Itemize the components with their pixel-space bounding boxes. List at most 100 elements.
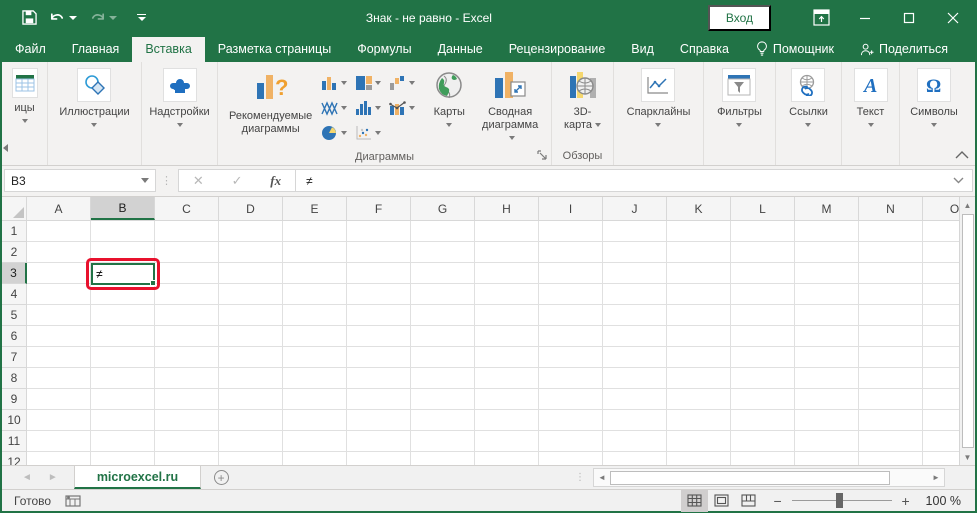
cell-A6[interactable]: [27, 326, 91, 347]
cell-C8[interactable]: [155, 368, 219, 389]
cell-I6[interactable]: [539, 326, 603, 347]
confirm-entry-icon[interactable]: ✓: [228, 173, 247, 189]
cell-E3[interactable]: [283, 263, 347, 284]
sparklines-button[interactable]: Спарклайны: [620, 64, 698, 131]
cell-A8[interactable]: [27, 368, 91, 389]
cell-N8[interactable]: [859, 368, 923, 389]
minimize-button[interactable]: [843, 0, 887, 35]
row-header-8[interactable]: 8: [2, 368, 27, 389]
cell-J8[interactable]: [603, 368, 667, 389]
cell-C2[interactable]: [155, 242, 219, 263]
cell-N9[interactable]: [859, 389, 923, 410]
cell-B12[interactable]: [91, 452, 155, 465]
cell-M7[interactable]: [795, 347, 859, 368]
insert-column-chart-button[interactable]: [321, 70, 355, 95]
cell-G5[interactable]: [411, 305, 475, 326]
cell-H6[interactable]: [475, 326, 539, 347]
row-header-2[interactable]: 2: [2, 242, 27, 263]
save-icon[interactable]: [18, 7, 41, 28]
cell-I4[interactable]: [539, 284, 603, 305]
cell-K10[interactable]: [667, 410, 731, 431]
map3d-button[interactable]: 3D- карта: [562, 64, 603, 136]
zoom-slider-thumb[interactable]: [836, 493, 843, 508]
cell-D1[interactable]: [219, 221, 283, 242]
cell-K2[interactable]: [667, 242, 731, 263]
cell-H1[interactable]: [475, 221, 539, 242]
cell-D12[interactable]: [219, 452, 283, 465]
cell-A1[interactable]: [27, 221, 91, 242]
next-sheet-icon[interactable]: ►: [48, 472, 58, 483]
cell-N12[interactable]: [859, 452, 923, 465]
cell-M3[interactable]: [795, 263, 859, 284]
cell-K7[interactable]: [667, 347, 731, 368]
tab-home[interactable]: Главная: [59, 37, 133, 62]
row-header-9[interactable]: 9: [2, 389, 27, 410]
cell-F10[interactable]: [347, 410, 411, 431]
cell-I5[interactable]: [539, 305, 603, 326]
cell-O10[interactable]: [923, 410, 959, 431]
insert-scatter-chart-button[interactable]: [355, 120, 389, 145]
row-header-3[interactable]: 3: [2, 263, 27, 284]
cell-N5[interactable]: [859, 305, 923, 326]
scroll-down-icon[interactable]: ▼: [960, 449, 975, 465]
cell-E10[interactable]: [283, 410, 347, 431]
cell-I3[interactable]: [539, 263, 603, 284]
cell-C10[interactable]: [155, 410, 219, 431]
column-header-E[interactable]: E: [283, 197, 347, 220]
select-all-button[interactable]: [2, 197, 27, 220]
cell-I9[interactable]: [539, 389, 603, 410]
cell-O1[interactable]: [923, 221, 959, 242]
column-header-I[interactable]: I: [539, 197, 603, 220]
cell-K4[interactable]: [667, 284, 731, 305]
insert-combo-chart-button[interactable]: [389, 95, 423, 120]
collapse-ribbon-icon[interactable]: [955, 151, 969, 159]
column-header-C[interactable]: C: [155, 197, 219, 220]
scroll-left-icon[interactable]: ◄: [594, 469, 610, 486]
column-header-F[interactable]: F: [347, 197, 411, 220]
expand-formula-bar-icon[interactable]: [953, 177, 964, 184]
cell-E1[interactable]: [283, 221, 347, 242]
cell-A9[interactable]: [27, 389, 91, 410]
ribbon-display-options-icon[interactable]: [799, 0, 843, 35]
cell-J4[interactable]: [603, 284, 667, 305]
insert-waterfall-chart-button[interactable]: [389, 70, 423, 95]
cell-D5[interactable]: [219, 305, 283, 326]
cell-G9[interactable]: [411, 389, 475, 410]
cell-A11[interactable]: [27, 431, 91, 452]
cell-M4[interactable]: [795, 284, 859, 305]
cell-K12[interactable]: [667, 452, 731, 465]
cell-D2[interactable]: [219, 242, 283, 263]
cell-G1[interactable]: [411, 221, 475, 242]
cell-A7[interactable]: [27, 347, 91, 368]
cell-J7[interactable]: [603, 347, 667, 368]
cell-F7[interactable]: [347, 347, 411, 368]
addins-button[interactable]: Надстройки: [142, 64, 216, 131]
cell-E4[interactable]: [283, 284, 347, 305]
normal-view-button[interactable]: [681, 490, 708, 512]
cell-A12[interactable]: [27, 452, 91, 465]
cell-A2[interactable]: [27, 242, 91, 263]
tab-help[interactable]: Справка: [667, 37, 742, 62]
cell-F8[interactable]: [347, 368, 411, 389]
cell-A4[interactable]: [27, 284, 91, 305]
cell-K8[interactable]: [667, 368, 731, 389]
cell-M11[interactable]: [795, 431, 859, 452]
cell-G4[interactable]: [411, 284, 475, 305]
cell-O4[interactable]: [923, 284, 959, 305]
name-box-caret-icon[interactable]: [141, 178, 149, 183]
cell-C5[interactable]: [155, 305, 219, 326]
close-button[interactable]: [931, 0, 975, 35]
scroll-right-icon[interactable]: ►: [928, 469, 944, 486]
scroll-up-icon[interactable]: ▲: [960, 197, 975, 213]
cell-F11[interactable]: [347, 431, 411, 452]
cell-H2[interactable]: [475, 242, 539, 263]
column-header-A[interactable]: A: [27, 197, 91, 220]
page-layout-view-button[interactable]: [708, 490, 735, 512]
cell-D10[interactable]: [219, 410, 283, 431]
maximize-button[interactable]: [887, 0, 931, 35]
cell-O8[interactable]: [923, 368, 959, 389]
horizontal-scrollbar[interactable]: ◄ ►: [593, 468, 945, 487]
customize-qat-button[interactable]: [133, 11, 150, 25]
cell-F5[interactable]: [347, 305, 411, 326]
cell-H11[interactable]: [475, 431, 539, 452]
